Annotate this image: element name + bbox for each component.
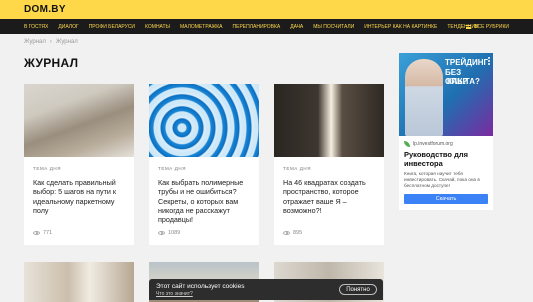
- ad-banner[interactable]: ТРЕЙДИНГ БЕЗ ОПЫТА? КАК?: [399, 53, 493, 136]
- nav-item-interior-picture[interactable]: ИНТЕРЬЕР КАК НА КАРТИНКЕ: [364, 24, 437, 30]
- nav-item-dacha[interactable]: ДАЧА: [290, 24, 303, 30]
- all-rubrics-button[interactable]: ВСЕ РУБРИКИ: [466, 19, 509, 34]
- cookie-info-link[interactable]: Что это значит?: [156, 291, 193, 297]
- breadcrumb-item[interactable]: Журнал: [24, 39, 46, 45]
- nav-item-replanning[interactable]: ПЕРЕПЛАНИРОВКА: [233, 24, 281, 30]
- ad-title[interactable]: Руководство для инвестора: [404, 150, 488, 168]
- site-logo[interactable]: DOM.BY: [24, 4, 66, 15]
- top-header: DOM.BY: [0, 0, 533, 19]
- eye-icon: [33, 231, 40, 235]
- article-image[interactable]: [149, 84, 259, 157]
- breadcrumb-separator: ›: [49, 39, 52, 45]
- breadcrumb-current: Журнал: [55, 39, 78, 45]
- cookie-accept-button[interactable]: Понятно: [339, 284, 377, 295]
- article-card[interactable]: ТЕМА ДНЯ Как сделать правильный выбор: 5…: [24, 84, 134, 245]
- views-count: 1089: [168, 230, 181, 236]
- article-title[interactable]: Как выбрать полимерные трубы и не ошибит…: [158, 178, 250, 225]
- article-card[interactable]: ТЕМА ДНЯ На 46 квадратах создать простра…: [274, 84, 384, 245]
- leaf-icon: [404, 141, 410, 147]
- cookie-text: Этот сайт использует cookies: [156, 283, 245, 290]
- nav-item-rooms[interactable]: КОМНАТЫ: [145, 24, 170, 30]
- views-count: 771: [43, 230, 53, 236]
- nav-item-v-gostyakh[interactable]: В ГОСТЯХ: [24, 24, 48, 30]
- all-rubrics-label: ВСЕ РУБРИКИ: [474, 23, 509, 30]
- ad-source-label: lp.investforum.org: [413, 141, 453, 147]
- article-card-image[interactable]: [24, 262, 134, 302]
- ad-person-image: [405, 59, 443, 136]
- article-views: 895: [283, 230, 302, 236]
- page-title: ЖУРНАЛ: [24, 56, 79, 70]
- article-views: 771: [33, 230, 52, 236]
- more-options-icon[interactable]: [488, 57, 490, 65]
- article-image[interactable]: [24, 84, 134, 157]
- nav-item-profi[interactable]: ПРОФИ БЕЛАРУСИ: [89, 24, 135, 30]
- article-views: 1089: [158, 230, 180, 236]
- breadcrumb: Журнал › Журнал: [24, 39, 78, 45]
- article-tag: ТЕМА ДНЯ: [283, 166, 312, 171]
- article-tag: ТЕМА ДНЯ: [33, 166, 62, 171]
- ad-headline-line: ТРЕЙДИНГ: [445, 58, 489, 67]
- ad-source[interactable]: lp.investforum.org: [404, 141, 453, 147]
- article-title[interactable]: На 46 квадратах создать пространство, ко…: [283, 178, 375, 215]
- main-nav: В ГОСТЯХ ДИАЛОГ ПРОФИ БЕЛАРУСИ КОМНАТЫ М…: [0, 19, 533, 34]
- article-card[interactable]: ТЕМА ДНЯ Как выбрать полимерные трубы и …: [149, 84, 259, 245]
- ad-text: Книга, которая научит тебя инвестировать…: [404, 171, 480, 189]
- article-image[interactable]: [274, 84, 384, 157]
- nav-item-small-flats[interactable]: МАЛОМЕТРАЖКА: [180, 24, 223, 30]
- article-title[interactable]: Как сделать правильный выбор: 5 шагов на…: [33, 178, 125, 215]
- ad-download-button[interactable]: Скачать: [404, 194, 488, 204]
- menu-icon: [466, 24, 472, 29]
- eye-icon: [158, 231, 165, 235]
- nav-items: В ГОСТЯХ ДИАЛОГ ПРОФИ БЕЛАРУСИ КОМНАТЫ М…: [24, 19, 479, 34]
- eye-icon: [283, 231, 290, 235]
- sidebar-ad[interactable]: ТРЕЙДИНГ БЕЗ ОПЫТА? КАК? lp.investforum.…: [399, 53, 493, 210]
- article-tag: ТЕМА ДНЯ: [158, 166, 187, 171]
- nav-item-calculated[interactable]: МЫ ПОСЧИТАЛИ: [313, 24, 354, 30]
- cookie-banner: Этот сайт использует cookies Что это зна…: [149, 279, 383, 300]
- ad-headline-line: КАК?: [447, 77, 468, 86]
- views-count: 895: [293, 230, 303, 236]
- nav-item-dialog[interactable]: ДИАЛОГ: [58, 24, 78, 30]
